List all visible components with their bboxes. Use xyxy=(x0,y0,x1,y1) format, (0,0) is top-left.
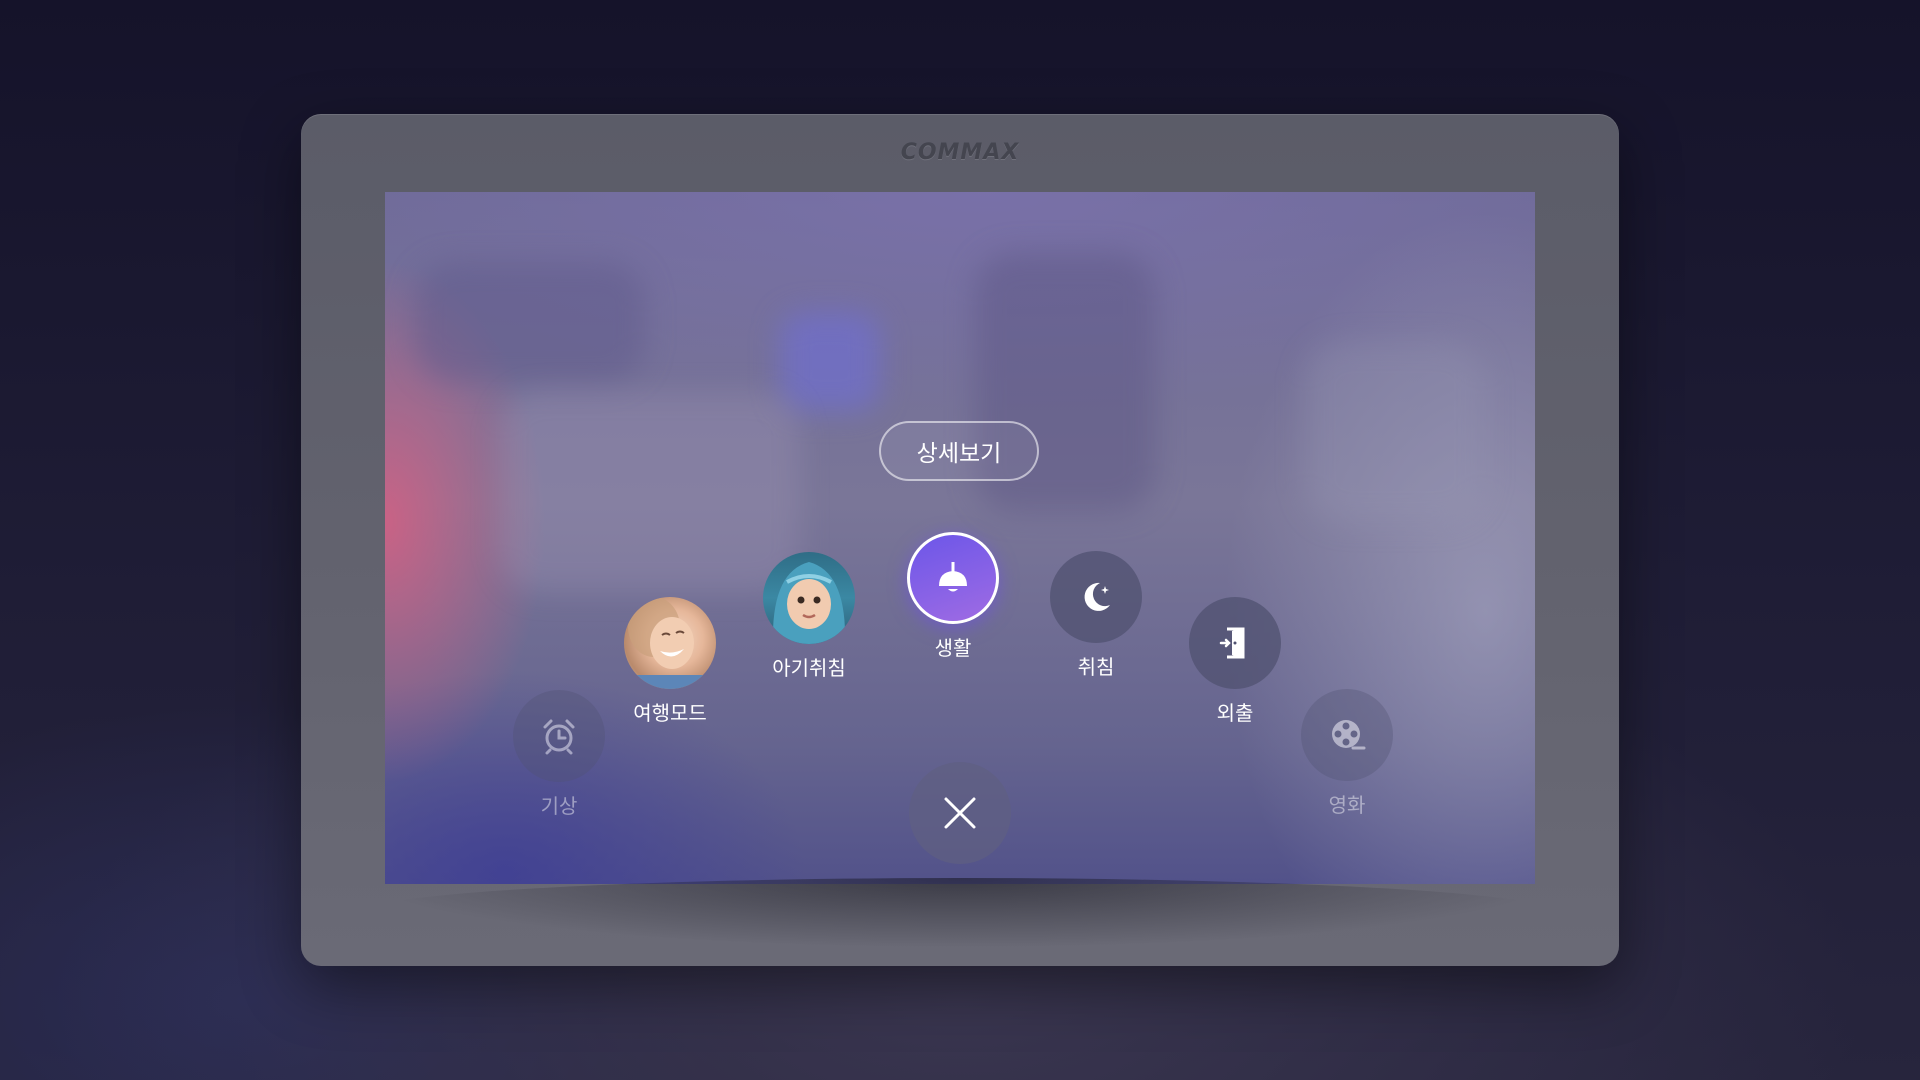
mode-movie-circle[interactable] xyxy=(1301,689,1393,781)
mode-out-circle[interactable] xyxy=(1189,597,1281,689)
close-icon xyxy=(944,797,976,829)
screen-shadow xyxy=(361,878,1559,948)
mode-wake-label: 기상 xyxy=(540,794,578,818)
mode-sleep-circle[interactable] xyxy=(1050,551,1142,643)
bg-blur xyxy=(1305,342,1485,522)
mode-movie[interactable]: 영화 xyxy=(1277,689,1417,818)
alarm-clock-icon xyxy=(543,719,575,755)
mode-baby-sleep[interactable]: 아기취침 xyxy=(739,552,879,681)
mode-wake-circle[interactable] xyxy=(513,690,605,782)
detail-view-button[interactable]: 상세보기 xyxy=(879,421,1039,481)
mode-baby-sleep-photo[interactable] xyxy=(763,552,855,644)
bg-blur xyxy=(415,262,645,382)
moon-icon xyxy=(1084,582,1110,611)
mode-living-circle[interactable] xyxy=(907,532,999,624)
screen: 상세보기 기상 여행모드 아기취침 생활 취침 외출 영화 xyxy=(385,192,1535,884)
door-exit-icon xyxy=(1219,627,1245,659)
mode-living[interactable]: 생활 xyxy=(883,532,1023,661)
woman-photo-icon xyxy=(624,597,716,689)
mode-travel-photo[interactable] xyxy=(624,597,716,689)
mode-travel-label: 여행모드 xyxy=(633,701,707,725)
mode-sleep[interactable]: 취침 xyxy=(1026,551,1166,680)
film-reel-icon xyxy=(1332,720,1366,750)
bg-blur xyxy=(780,312,880,412)
mode-sleep-label: 취침 xyxy=(1077,655,1115,679)
mode-baby-sleep-label: 아기취침 xyxy=(772,656,846,680)
mode-travel[interactable]: 여행모드 xyxy=(600,597,740,726)
baby-photo-icon xyxy=(772,562,846,644)
mode-movie-label: 영화 xyxy=(1328,793,1366,817)
mode-living-label: 생활 xyxy=(934,636,972,660)
ceiling-lamp-icon xyxy=(939,562,967,592)
brand-logo: COMMAX xyxy=(900,140,1020,165)
device-frame: COMMAX 상세보기 기상 여행모드 아기취침 생활 취침 외출 영화 xyxy=(301,114,1619,966)
close-button[interactable] xyxy=(909,762,1011,864)
